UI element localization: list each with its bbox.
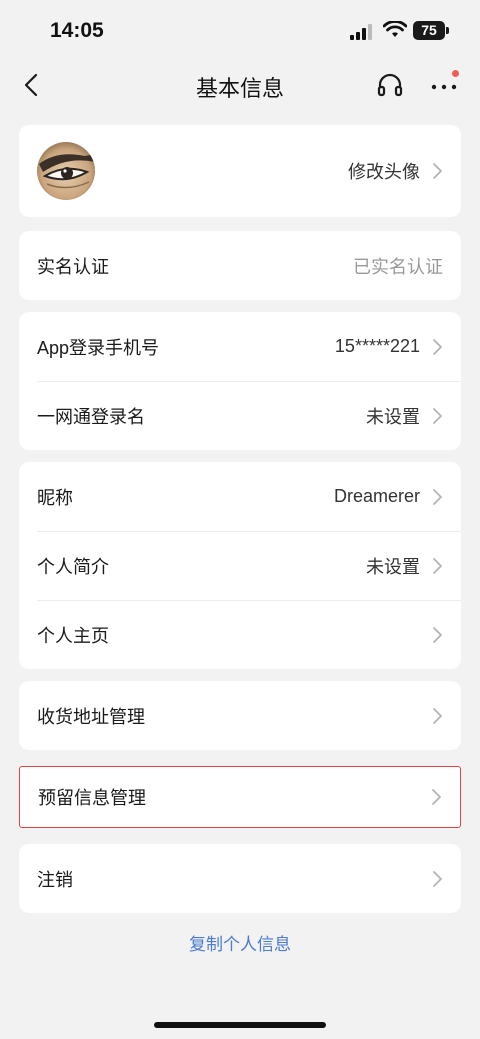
chevron-right-icon [433,626,442,643]
realname-label: 实名认证 [37,256,109,277]
customer-service-button[interactable] [376,72,404,100]
home-indicator[interactable] [154,1022,326,1028]
address-label: 收货地址管理 [37,706,145,727]
change-avatar-label: 修改头像 [348,162,420,182]
battery-icon: 75 [413,21,445,40]
chevron-right-icon [433,163,442,179]
wifi-icon [383,21,407,37]
chevron-right-icon [432,788,441,805]
status-time: 14:05 [50,19,104,42]
avatar-card: 修改头像 [19,125,461,217]
avatar-image [37,142,95,200]
reserved-info-row[interactable]: 预留信息管理 [20,767,460,826]
chevron-right-icon [433,870,442,887]
bio-value: 未设置 [366,556,420,577]
address-card: 收货地址管理 [19,681,461,750]
copy-personal-info-link[interactable]: 复制个人信息 [0,930,480,955]
change-avatar-row[interactable]: 修改头像 [19,125,461,217]
homepage-row[interactable]: 个人主页 [19,600,461,669]
chevron-right-icon [433,338,442,355]
nav-bar: 基本信息 [0,60,480,112]
nickname-row[interactable]: 昵称 Dreamerer [19,462,461,531]
chevron-right-icon [433,557,442,574]
page-title: 基本信息 [195,76,284,101]
cancel-account-row[interactable]: 注销 [19,844,461,913]
cancel-account-card: 注销 [19,844,461,913]
status-bar: 14:05 75 [0,0,480,60]
cancel-account-label: 注销 [37,869,73,890]
homepage-label: 个人主页 [37,625,109,646]
chevron-right-icon [433,488,442,505]
bio-row[interactable]: 个人简介 未设置 [19,531,461,600]
realname-status: 已实名认证 [353,256,443,277]
login-card: App登录手机号 15*****221 一网通登录名 未设置 [19,312,461,450]
headset-icon [377,73,403,97]
battery-tip [446,27,449,34]
realname-card: 实名认证 已实名认证 [19,231,461,300]
bio-label: 个人简介 [37,556,109,577]
avatar [37,142,95,200]
chevron-right-icon [433,707,442,724]
phone-row[interactable]: App登录手机号 15*****221 [19,312,461,381]
nickname-value: Dreamerer [333,486,420,506]
address-row[interactable]: 收货地址管理 [19,681,461,750]
reserved-info-card: 预留信息管理 [19,766,461,828]
notification-dot [452,70,459,77]
personal-card: 昵称 Dreamerer 个人简介 未设置 个人主页 [19,462,461,669]
realname-row[interactable]: 实名认证 已实名认证 [19,231,461,300]
phone-label: App登录手机号 [37,337,160,358]
account-name-value: 未设置 [366,406,420,427]
signal-icon [350,24,372,40]
phone-value: 15*****221 [334,336,420,356]
nickname-label: 昵称 [37,487,73,508]
reserved-info-label: 预留信息管理 [38,787,146,808]
account-name-label: 一网通登录名 [37,406,145,427]
account-name-row[interactable]: 一网通登录名 未设置 [19,381,461,450]
chevron-right-icon [433,407,442,424]
